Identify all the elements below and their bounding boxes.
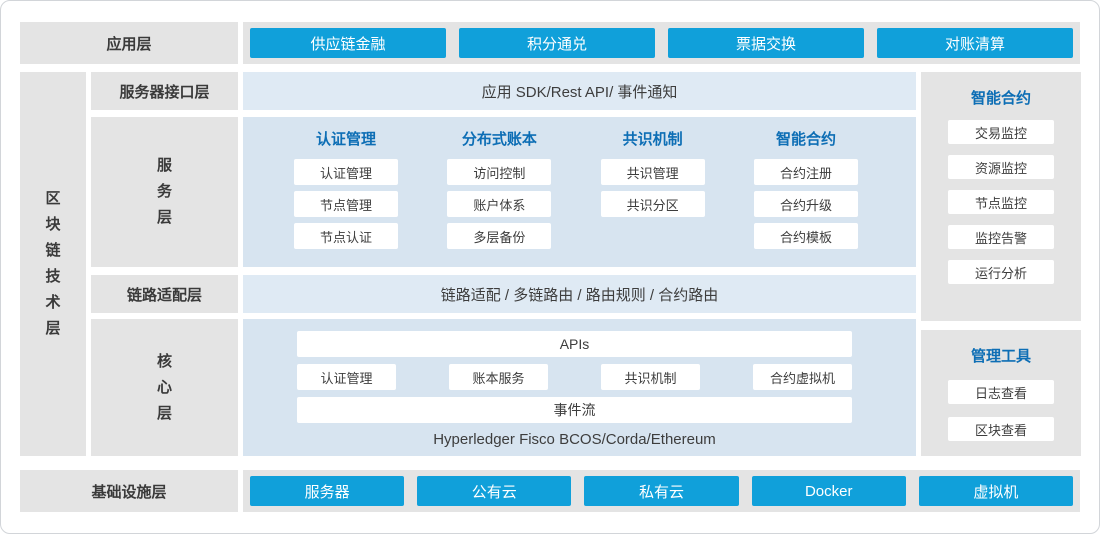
management-tools-box: 管理工具 日志查看 区块查看 [921, 330, 1081, 456]
tool-item: 区块查看 [948, 417, 1054, 441]
service-layer-label: 服 务 层 [91, 117, 238, 267]
service-item: 多层备份 [447, 223, 551, 249]
infrastructure-layer-row: 基础设施层 服务器 公有云 私有云 Docker 虚拟机 [20, 470, 1080, 512]
infra-button-private-cloud: 私有云 [584, 476, 738, 506]
core-module: 账本服务 [449, 364, 548, 390]
application-layer-label: 应用层 [20, 22, 238, 64]
service-item: 节点管理 [294, 191, 398, 217]
service-column-header: 分布式账本 [447, 130, 551, 150]
core-module-row: 认证管理 账本服务 共识机制 合约虚拟机 [297, 364, 852, 390]
service-column-header: 智能合约 [754, 130, 858, 150]
core-layer-panel: APIs 认证管理 账本服务 共识机制 合约虚拟机 事件流 Hyperledge… [243, 319, 916, 456]
service-column-smart-contract: 智能合约 合约注册 合约升级 合约模板 [754, 130, 858, 267]
service-item: 共识分区 [601, 191, 705, 217]
monitor-box-header: 智能合约 [971, 89, 1031, 109]
service-column-ledger: 分布式账本 访问控制 账户体系 多层备份 [447, 130, 551, 267]
service-item: 访问控制 [447, 159, 551, 185]
application-layer-row: 应用层 供应链金融 积分通兑 票据交换 对账清算 [20, 22, 1080, 64]
service-item: 节点认证 [294, 223, 398, 249]
tools-box-header: 管理工具 [971, 347, 1031, 367]
architecture-diagram: 应用层 供应链金融 积分通兑 票据交换 对账清算 区 块 链 技 术 层 服务器… [0, 0, 1100, 534]
core-module: 认证管理 [297, 364, 396, 390]
service-item: 账户体系 [447, 191, 551, 217]
blockchain-tech-section: 区 块 链 技 术 层 服务器接口层 服 务 层 链路适配层 核 心 层 应用 … [20, 72, 1080, 456]
service-column-auth: 认证管理 认证管理 节点管理 节点认证 [294, 130, 398, 267]
service-column-consensus: 共识机制 共识管理 共识分区 [601, 130, 705, 267]
monitor-item: 节点监控 [948, 190, 1054, 214]
server-interface-content: 应用 SDK/Rest API/ 事件通知 [243, 72, 916, 110]
app-button-reconciliation: 对账清算 [877, 28, 1073, 58]
core-module: 合约虚拟机 [753, 364, 852, 390]
service-column-header: 认证管理 [294, 130, 398, 150]
server-interface-layer-label: 服务器接口层 [91, 72, 238, 110]
core-module: 共识机制 [601, 364, 700, 390]
infrastructure-layer-label: 基础设施层 [20, 470, 238, 512]
tool-item: 日志查看 [948, 380, 1054, 404]
application-button-band: 供应链金融 积分通兑 票据交换 对账清算 [243, 22, 1080, 64]
infra-button-docker: Docker [752, 476, 906, 506]
monitor-item: 资源监控 [948, 155, 1054, 179]
monitor-item: 交易监控 [948, 120, 1054, 144]
service-item: 合约升级 [754, 191, 858, 217]
service-item: 合约注册 [754, 159, 858, 185]
service-item: 共识管理 [601, 159, 705, 185]
monitor-item: 运行分析 [948, 260, 1054, 284]
platforms-text: Hyperledger Fisco BCOS/Corda/Ethereum [297, 431, 852, 448]
app-button-points-exchange: 积分通兑 [459, 28, 655, 58]
service-item: 合约模板 [754, 223, 858, 249]
app-button-supply-chain-finance: 供应链金融 [250, 28, 446, 58]
layer-content-column: 应用 SDK/Rest API/ 事件通知 认证管理 认证管理 节点管理 节点认… [243, 72, 916, 456]
service-column-header: 共识机制 [601, 130, 705, 150]
core-layer-label: 核 心 层 [91, 319, 238, 456]
link-adapter-content: 链路适配 / 多链路由 / 路由规则 / 合约路由 [243, 275, 916, 313]
infra-button-vm: 虚拟机 [919, 476, 1073, 506]
infrastructure-button-band: 服务器 公有云 私有云 Docker 虚拟机 [243, 470, 1080, 512]
apis-bar: APIs [297, 331, 852, 357]
app-button-bill-exchange: 票据交换 [668, 28, 864, 58]
link-adapter-layer-label: 链路适配层 [91, 275, 238, 313]
service-layer-panel: 认证管理 认证管理 节点管理 节点认证 分布式账本 访问控制 账户体系 多层备份… [243, 117, 916, 267]
infra-button-server: 服务器 [250, 476, 404, 506]
event-stream-bar: 事件流 [297, 397, 852, 423]
smart-contract-monitor-box: 智能合约 交易监控 资源监控 节点监控 监控告警 运行分析 [921, 72, 1081, 321]
layer-label-column: 服务器接口层 服 务 层 链路适配层 核 心 层 [91, 72, 238, 456]
blockchain-tech-layer-label: 区 块 链 技 术 层 [20, 72, 86, 456]
right-sidebar: 智能合约 交易监控 资源监控 节点监控 监控告警 运行分析 管理工具 日志查看 … [921, 72, 1081, 456]
monitor-item: 监控告警 [948, 225, 1054, 249]
infra-button-public-cloud: 公有云 [417, 476, 571, 506]
service-item: 认证管理 [294, 159, 398, 185]
